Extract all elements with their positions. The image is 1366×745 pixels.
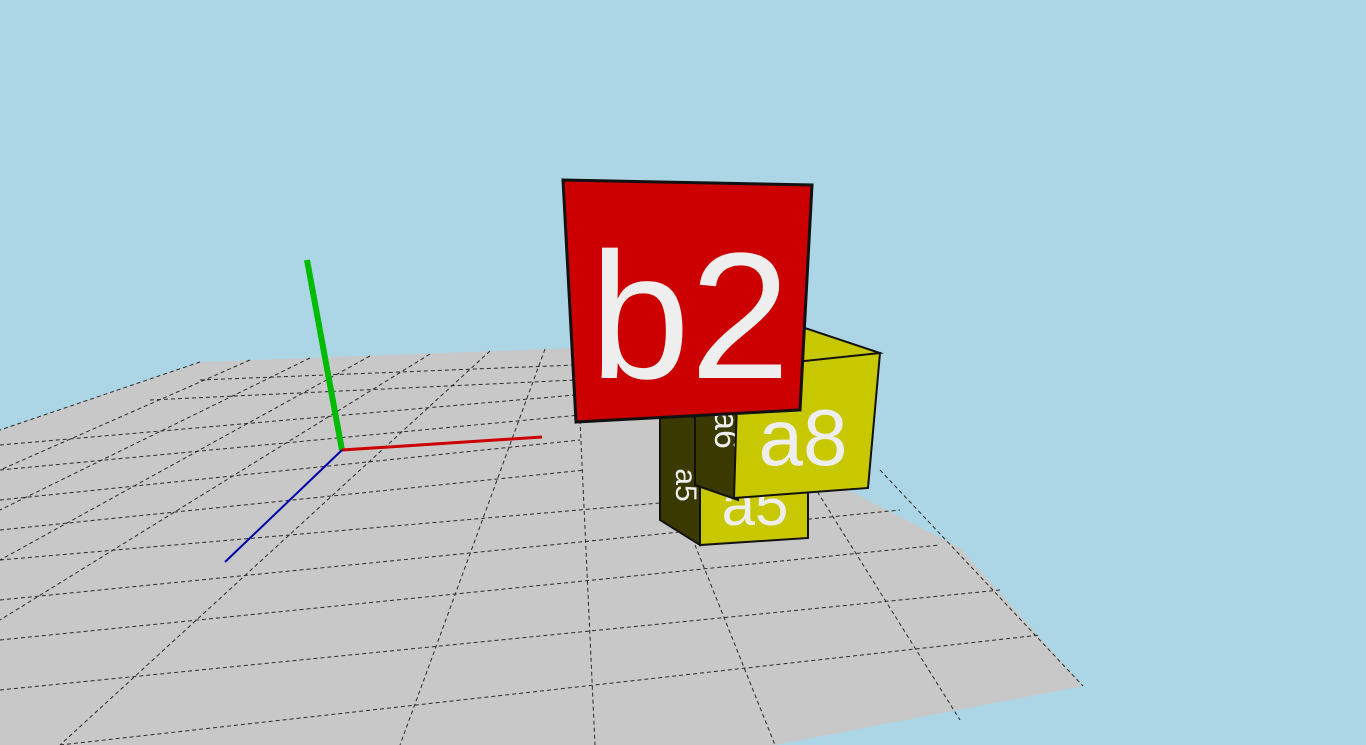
block-b2-label: b2 (590, 216, 790, 417)
3d-viewport-canvas[interactable]: a5 a5 a6 a8 b2 (0, 0, 1366, 745)
block-b2[interactable]: b2 (561, 178, 814, 424)
